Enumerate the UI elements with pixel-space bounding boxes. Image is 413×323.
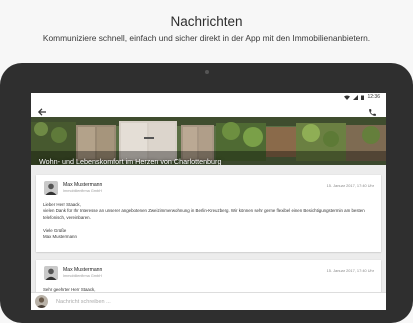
message-date: 15. Januar 2017, 17:40 Uhr xyxy=(326,183,374,188)
status-bar: 12:36 xyxy=(31,93,386,102)
call-button[interactable] xyxy=(368,104,379,116)
status-time: 12:36 xyxy=(367,94,380,100)
sender-avatar xyxy=(44,181,58,195)
phone-icon xyxy=(369,109,376,116)
signal-icon xyxy=(353,94,359,100)
message-body: Lieber Herr Staack, vielen Dank für Ihr … xyxy=(43,202,373,240)
sender-company: Immobilienfirma GmbH xyxy=(63,274,102,278)
sender-name: Max Mustermann xyxy=(63,267,103,273)
message-composer xyxy=(31,292,386,310)
message-text: vielen Dank für Ihr Interesse an unserer… xyxy=(43,208,365,220)
message-date: 15. Januar 2017, 17:40 Uhr xyxy=(326,268,374,273)
back-button[interactable] xyxy=(37,104,49,116)
message-input[interactable] xyxy=(56,296,356,307)
message-card: Max Mustermann Immobilienfirma GmbH 15. … xyxy=(36,175,381,252)
listing-hero-image: Wohn- und Lebenskomfort im Herzen von Ch… xyxy=(31,117,386,165)
arrow-left-icon xyxy=(37,108,46,116)
sender-name: Max Mustermann xyxy=(63,182,103,188)
message-signature: Max Mustermann xyxy=(43,234,77,240)
sender-avatar xyxy=(44,266,58,280)
listing-title: Wohn- und Lebenskomfort im Herzen von Ch… xyxy=(39,157,222,165)
promo-title: Nachrichten xyxy=(170,14,243,29)
wifi-icon xyxy=(344,95,351,100)
sender-company: Immobilienfirma GmbH xyxy=(63,189,102,193)
user-avatar xyxy=(35,295,48,308)
camera-dot xyxy=(205,70,209,74)
promo-subtitle: Kommuniziere schnell, einfach und sicher… xyxy=(42,33,371,43)
battery-icon xyxy=(361,95,365,100)
message-thread[interactable]: Max Mustermann Immobilienfirma GmbH 15. … xyxy=(31,165,386,310)
app-bar xyxy=(31,102,386,117)
app-screen: 12:36 Wohn- und Lebenskomfort im Herzen … xyxy=(31,93,386,310)
